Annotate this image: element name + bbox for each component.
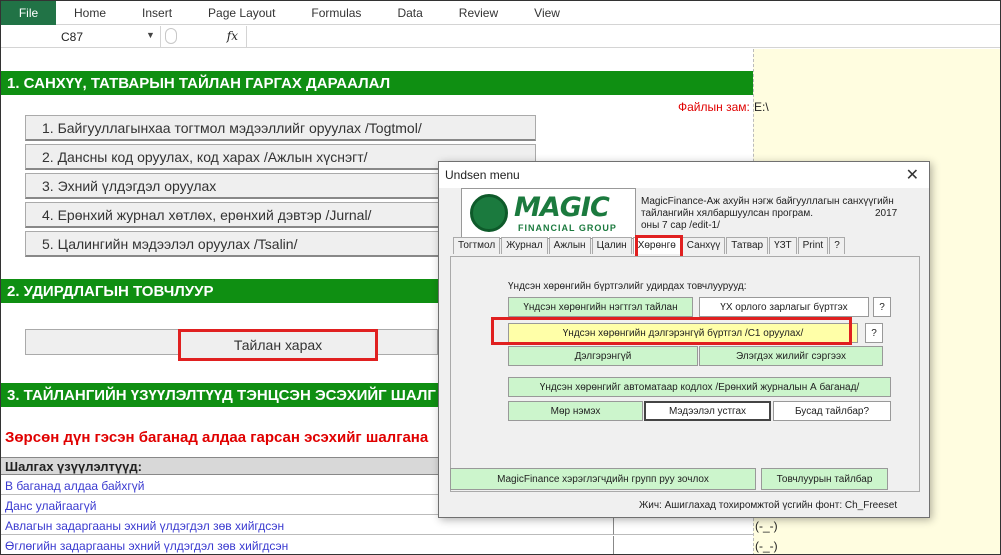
dialog-title-bar: Undsen menu ✕	[439, 162, 929, 188]
fx-icon[interactable]: fx	[227, 29, 238, 43]
tab-togtmol[interactable]: Тогтмол	[453, 237, 501, 254]
logo-emblem-icon	[470, 194, 508, 232]
app-description: MagicFinance-Аж ахуйн нэгж байгууллагын …	[641, 196, 911, 232]
check-cell[interactable]	[613, 536, 753, 554]
dialog-title: Undsen menu	[445, 168, 520, 182]
restore-life-button[interactable]: Элэгдэх жилийг сэргээх	[699, 346, 883, 366]
version-text: оны 7 сар /edit-1/	[641, 220, 720, 231]
tab-data[interactable]: Data	[379, 1, 440, 25]
resize-handle-icon[interactable]	[165, 28, 177, 44]
help-button[interactable]: ?	[865, 323, 883, 343]
tab-page-layout[interactable]: Page Layout	[190, 1, 293, 25]
file-path-value[interactable]: E:\	[754, 100, 769, 114]
tab-formulas[interactable]: Formulas	[293, 1, 379, 25]
formula-bar: C87 ▼ fx	[1, 26, 1000, 48]
logo: MAGIC FINANCIAL GROUP	[461, 188, 636, 239]
ux-record-button[interactable]: ҮХ орлого зарлагыг бүртгэх	[699, 297, 869, 317]
section1-title: 1. САНХҮҮ, ТАТВАРЫН ТАЙЛАН ГАРГАХ ДАРААЛ…	[1, 71, 753, 95]
cell-reference: C87	[61, 30, 84, 44]
logo-text: MAGIC	[514, 192, 610, 223]
help-button[interactable]: ?	[873, 297, 891, 317]
tab-tsalin[interactable]: Цалин	[591, 237, 632, 254]
name-box[interactable]: C87 ▼	[1, 26, 161, 48]
tab-tatvar[interactable]: Татвар	[726, 237, 769, 254]
menu-button-togtmol[interactable]: 1. Байгууллагынхаа тогтмол мэдээллийг ор…	[25, 115, 536, 141]
auto-code-button[interactable]: Үндсэн хөрөнгийг автоматаар кодлох /Ерөн…	[508, 377, 891, 397]
tab-uzt[interactable]: ҮЗТ	[769, 237, 797, 254]
check-value: (-_-)	[755, 539, 778, 553]
tab-print[interactable]: Print	[797, 237, 829, 254]
tab-jurnal[interactable]: Журнал	[501, 237, 548, 254]
panel-title: Үндсэн хөрөнгийн бүртгэлийг удирдах товч…	[508, 281, 747, 292]
description-text: MagicFinance-Аж ахуйн нэгж байгууллагын …	[641, 196, 894, 219]
ribbon-tabs: File Home Insert Page Layout Formulas Da…	[1, 1, 1000, 25]
detailed-button-highlight	[491, 317, 852, 345]
tab-insert[interactable]: Insert	[124, 1, 190, 25]
chevron-down-icon[interactable]: ▼	[146, 30, 155, 40]
tab-review[interactable]: Review	[441, 1, 516, 25]
tab-view[interactable]: View	[516, 1, 578, 25]
tab-help[interactable]: ?	[829, 237, 845, 254]
button-help-button[interactable]: Товчлуурын тайлбар	[761, 468, 888, 490]
file-tab[interactable]: File	[1, 1, 56, 25]
check-row[interactable]: Авлагын задаргааны эхний үлдэгдэл зөв хи…	[1, 516, 613, 535]
formula-buttons: fx	[163, 26, 247, 48]
logo-subtitle: FINANCIAL GROUP	[518, 223, 617, 233]
view-report-button[interactable]: Тайлан харах	[178, 329, 378, 361]
font-note: Жич: Ашиглахад тохиромжтой үсгийн фонт: …	[639, 500, 898, 511]
summary-report-button[interactable]: Үндсэн хөрөнгийн нэгтгэл тайлан	[508, 297, 693, 317]
check-row[interactable]: Өглөгийн задаргааны эхний үлдэгдэл зөв х…	[1, 536, 613, 554]
check-cell[interactable]	[613, 516, 753, 535]
assets-panel: Үндсэн хөрөнгийн бүртгэлийг удирдах товч…	[450, 256, 920, 492]
detail-button[interactable]: Дэлгэрэнгүй	[508, 346, 698, 366]
other-note-button[interactable]: Бусад тайлбар?	[773, 401, 891, 421]
visit-group-button[interactable]: MagicFinance хэрэглэгчдийн групп руу зоч…	[450, 468, 756, 490]
tab-ajlyn[interactable]: Ажлын	[548, 237, 591, 254]
year-text: 2017	[875, 208, 898, 219]
close-icon[interactable]: ✕	[906, 165, 919, 185]
main-menu-dialog: Undsen menu ✕ MAGIC FINANCIAL GROUP Magi…	[438, 161, 930, 518]
clear-data-button[interactable]: Мэдээлэл устгах	[644, 401, 771, 421]
check-value: (-_-)	[755, 519, 778, 533]
excel-window: File Home Insert Page Layout Formulas Da…	[0, 0, 1001, 555]
file-path-label: Файлын зам:	[678, 100, 750, 114]
tab-home[interactable]: Home	[56, 1, 124, 25]
add-row-button[interactable]: Мөр нэмэх	[508, 401, 643, 421]
tab-sankhuu[interactable]: Санхүү	[681, 237, 726, 254]
error-note: Зөрсөн дүн гэсэн баганад алдаа гарсан эс…	[5, 429, 429, 446]
